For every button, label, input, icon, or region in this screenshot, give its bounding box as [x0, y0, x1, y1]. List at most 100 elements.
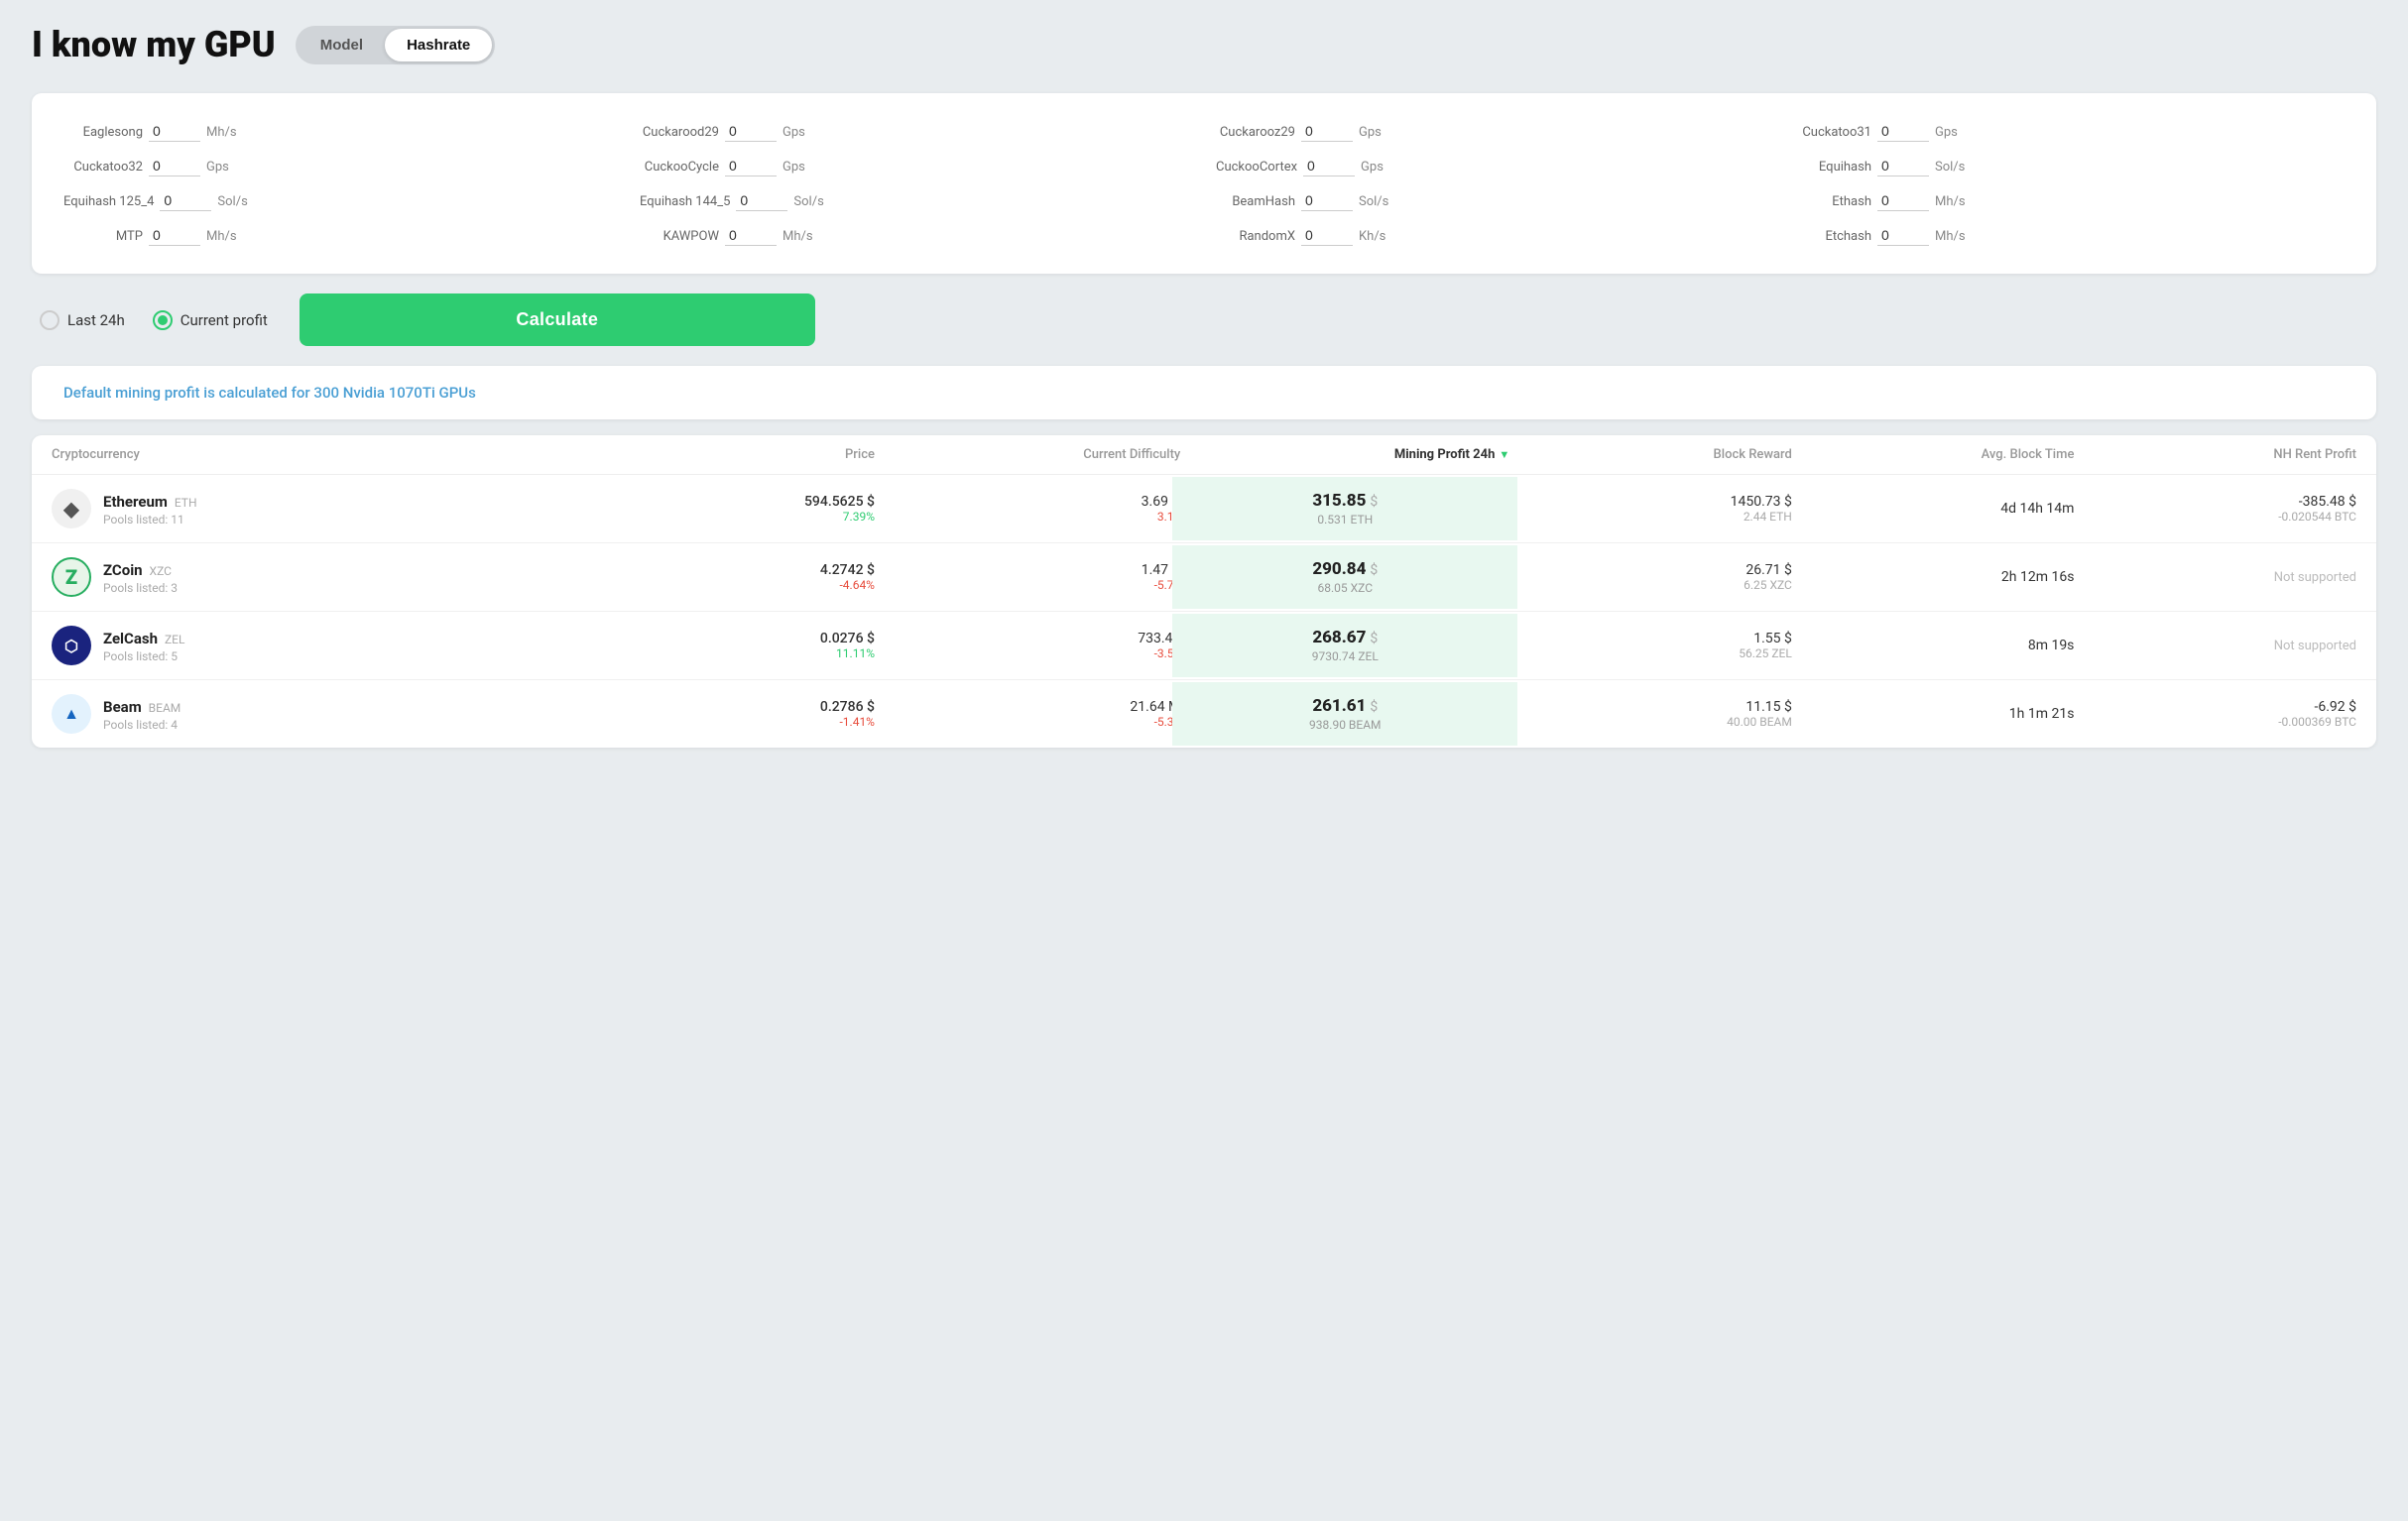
hashrate-label: Equihash	[1792, 160, 1871, 175]
hashrate-input-6[interactable]	[1303, 156, 1355, 176]
hashrate-input-10[interactable]	[1301, 190, 1353, 211]
hashrate-input-9[interactable]	[736, 190, 787, 211]
hashrate-field-equihash-125_4: Equihash 125_4 Sol/s	[63, 190, 616, 211]
coin-ticker: BEAM	[149, 701, 181, 715]
profit-main-row: 268.67 $	[1180, 628, 1509, 647]
coin-info: Beam BEAM Pools listed: 4	[103, 697, 181, 732]
hashrate-unit: Mh/s	[206, 125, 237, 140]
difficulty-cell: 733.44 -3.56	[875, 631, 1180, 660]
coin-ticker: XZC	[150, 564, 172, 578]
block-reward-sub: 6.25 XZC	[1509, 578, 1792, 592]
nh-rent-cell: Not supported	[2074, 570, 2356, 585]
hashrate-grid: Eaglesong Mh/s Cuckarood29 Gps Cuckarooz…	[63, 121, 2345, 246]
calculate-button[interactable]: Calculate	[300, 293, 815, 346]
coin-cell: Z ZCoin XZC Pools listed: 3	[52, 557, 640, 597]
hashrate-label: BeamHash	[1216, 194, 1295, 209]
block-reward-cell: 11.15 $ 40.00 BEAM	[1509, 699, 1792, 729]
hashrate-label: CuckooCortex	[1216, 160, 1297, 175]
coin-name: ZCoin	[103, 561, 143, 579]
hashrate-label: Cuckatoo32	[63, 160, 143, 175]
hashrate-label: Cuckatoo31	[1792, 125, 1871, 140]
radio-last24h[interactable]: Last 24h	[40, 310, 125, 330]
radio-group: Last 24h Current profit	[40, 310, 268, 330]
hashrate-unit: Sol/s	[1935, 160, 1965, 175]
hashrate-input-0[interactable]	[149, 121, 200, 142]
nh-not-supported: Not supported	[2074, 570, 2356, 585]
coin-ticker: ZEL	[165, 633, 184, 646]
th-profit[interactable]: Mining Profit 24h ▼	[1180, 447, 1509, 462]
price-value: 594.5625 $	[640, 494, 875, 510]
hashrate-label: KAWPOW	[640, 229, 719, 244]
mode-toggle-group: Model Hashrate	[296, 26, 496, 64]
profit-dollar: $	[1370, 494, 1378, 510]
coin-name: Beam	[103, 698, 142, 716]
price-cell: 4.2742 $ -4.64%	[640, 562, 875, 592]
price-change: -4.64%	[640, 578, 875, 592]
difficulty-value: 733.44	[875, 631, 1180, 646]
hashrate-label: Etchash	[1792, 229, 1871, 244]
block-reward-value: 26.71 $	[1509, 562, 1792, 578]
hashrate-input-15[interactable]	[1877, 225, 1929, 246]
coin-pools: Pools listed: 4	[103, 718, 181, 732]
block-reward-value: 11.15 $	[1509, 699, 1792, 715]
profit-main: 261.61	[1312, 696, 1366, 716]
radio-current[interactable]: Current profit	[153, 310, 268, 330]
hashrate-unit: Gps	[783, 125, 805, 140]
hashrate-input-3[interactable]	[1877, 121, 1929, 142]
coin-icon-zel: ⬡	[52, 626, 91, 665]
hashrate-field-cuckoocycle: CuckooCycle Gps	[640, 156, 1192, 176]
hashrate-unit: Mh/s	[206, 229, 237, 244]
coin-name: Ethereum	[103, 493, 168, 511]
page-header: I know my GPU Model Hashrate	[32, 24, 2376, 65]
block-time-cell: 1h 1m 21s	[1792, 706, 2075, 722]
hashrate-input-13[interactable]	[725, 225, 777, 246]
profit-cell: 315.85 $ 0.531 ETH	[1172, 477, 1517, 540]
hashrate-unit: Mh/s	[783, 229, 813, 244]
profit-main: 315.85	[1312, 491, 1366, 511]
coin-name-row: ZelCash ZEL	[103, 629, 184, 647]
model-toggle-button[interactable]: Model	[299, 29, 385, 61]
coin-name-row: ZCoin XZC	[103, 560, 178, 579]
hashrate-field-beamhash: BeamHash Sol/s	[1216, 190, 1768, 211]
hashrate-input-12[interactable]	[149, 225, 200, 246]
hashrate-input-1[interactable]	[725, 121, 777, 142]
profit-sub: 0.531 ETH	[1180, 513, 1509, 526]
info-banner: Default mining profit is calculated for …	[32, 366, 2376, 419]
profit-cell: 290.84 $ 68.05 XZC	[1172, 545, 1517, 609]
block-reward-sub: 2.44 ETH	[1509, 510, 1792, 524]
nh-not-supported: Not supported	[2074, 639, 2356, 653]
hashrate-input-5[interactable]	[725, 156, 777, 176]
hashrate-input-7[interactable]	[1877, 156, 1929, 176]
profit-cell: 268.67 $ 9730.74 ZEL	[1172, 614, 1517, 677]
block-reward-cell: 26.71 $ 6.25 XZC	[1509, 562, 1792, 592]
coin-info: Ethereum ETH Pools listed: 11	[103, 492, 197, 526]
table-row: ◆ Ethereum ETH Pools listed: 11 594.5625…	[32, 475, 2376, 543]
hashrate-label: Eaglesong	[63, 125, 143, 140]
hashrate-unit: Sol/s	[793, 194, 823, 209]
hashrate-input-11[interactable]	[1877, 190, 1929, 211]
coin-ticker: ETH	[175, 496, 197, 510]
profit-cell: 261.61 $ 938.90 BEAM	[1172, 682, 1517, 746]
hashrate-input-2[interactable]	[1301, 121, 1353, 142]
difficulty-cell: 1.47 K -5.74	[875, 562, 1180, 592]
profit-dollar: $	[1370, 562, 1378, 578]
th-block-time: Avg. Block Time	[1792, 447, 2075, 462]
hashrate-field-eaglesong: Eaglesong Mh/s	[63, 121, 616, 142]
hashrate-field-cuckarood29: Cuckarood29 Gps	[640, 121, 1192, 142]
sort-arrow-icon: ▼	[1499, 448, 1509, 461]
hashrate-input-4[interactable]	[149, 156, 200, 176]
difficulty-change: -3.56	[875, 646, 1180, 660]
difficulty-cell: 21.64 M -5.32	[875, 699, 1180, 729]
hashrate-input-14[interactable]	[1301, 225, 1353, 246]
profit-sub: 9730.74 ZEL	[1180, 649, 1509, 663]
hashrate-input-8[interactable]	[160, 190, 211, 211]
hashrate-label: Equihash 125_4	[63, 194, 154, 209]
radio-last24h-label: Last 24h	[67, 311, 125, 329]
coin-cell: ⬡ ZelCash ZEL Pools listed: 5	[52, 626, 640, 665]
nh-rent-value: -385.48 $	[2074, 494, 2356, 510]
block-reward-cell: 1450.73 $ 2.44 ETH	[1509, 494, 1792, 524]
hashrate-toggle-button[interactable]: Hashrate	[385, 29, 492, 61]
difficulty-change: 3.15	[875, 510, 1180, 524]
difficulty-change: -5.32	[875, 715, 1180, 729]
coin-icon-xzc: Z	[52, 557, 91, 597]
